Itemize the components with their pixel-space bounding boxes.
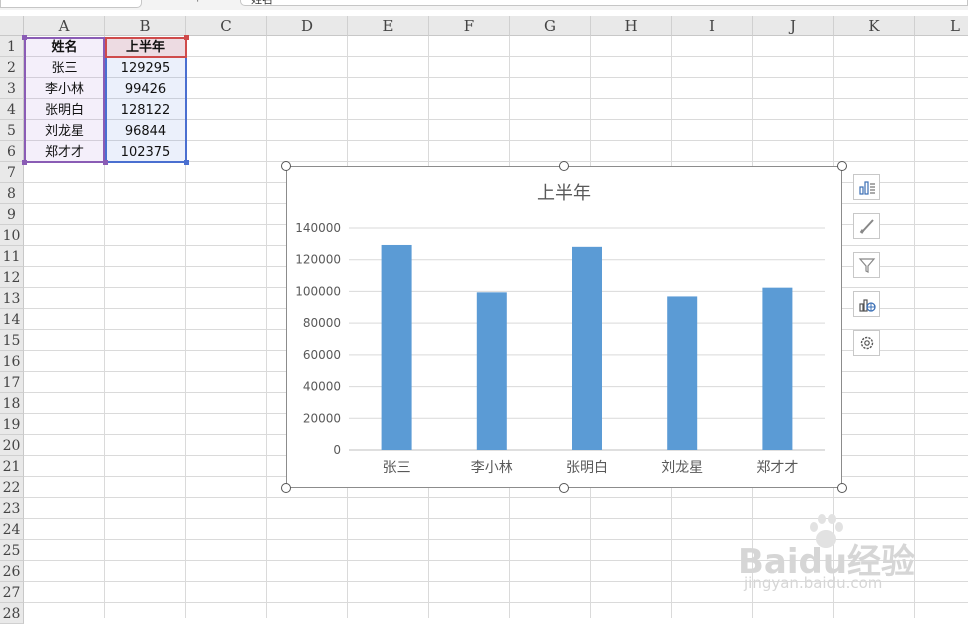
row-header-24[interactable]: 24 (0, 519, 24, 540)
y-tick-label: 120000 (295, 253, 341, 267)
column-header-h[interactable]: H (591, 16, 672, 36)
row-header-19[interactable]: 19 (0, 414, 24, 435)
resize-handle-top-right[interactable] (837, 161, 847, 171)
bar[interactable] (381, 244, 412, 450)
value-cell[interactable]: 102375 (105, 142, 186, 163)
row-header-21[interactable]: 21 (0, 456, 24, 477)
x-tick-label: 李小林 (471, 460, 513, 476)
bar[interactable] (572, 246, 602, 450)
chart-filters-icon (858, 258, 876, 273)
column-header-k[interactable]: K (834, 16, 915, 36)
formula-bar-divider: ⁝ (196, 0, 199, 5)
resize-handle-top[interactable] (559, 161, 569, 171)
y-tick-label: 20000 (303, 411, 341, 425)
column-header-a[interactable]: A (24, 16, 105, 36)
name-cell[interactable]: 李小林 (24, 79, 105, 100)
row-header-11[interactable]: 11 (0, 246, 24, 267)
row-header-15[interactable]: 15 (0, 330, 24, 351)
watermark-url: jingyan.baidu.com (744, 574, 883, 592)
name-box[interactable] (0, 0, 142, 8)
data-labels-icon (859, 299, 876, 312)
row-header-5[interactable]: 5 (0, 120, 24, 141)
row-header-26[interactable]: 26 (0, 561, 24, 582)
y-tick-label: 60000 (303, 348, 341, 362)
formula-input[interactable]: 姓名 (240, 0, 968, 6)
chart-filters-button[interactable] (853, 252, 880, 278)
value-cell[interactable]: 128122 (105, 100, 186, 121)
row-header-17[interactable]: 17 (0, 372, 24, 393)
resize-handle-bottom-right[interactable] (837, 483, 847, 493)
row-header-27[interactable]: 27 (0, 582, 24, 603)
name-cell[interactable]: 刘龙星 (24, 121, 105, 142)
column-header-g[interactable]: G (510, 16, 591, 36)
resize-handle-top-left[interactable] (281, 161, 291, 171)
y-tick-label: 40000 (303, 380, 341, 394)
header-cell[interactable]: 姓名 (24, 37, 105, 58)
column-header-d[interactable]: D (267, 16, 348, 36)
y-tick-label: 100000 (295, 284, 341, 298)
value-cell[interactable]: 129295 (105, 58, 186, 79)
row-header-7[interactable]: 7 (0, 162, 24, 183)
data-labels-button[interactable] (853, 291, 880, 317)
row-header-14[interactable]: 14 (0, 309, 24, 330)
value-cell[interactable]: 99426 (105, 79, 186, 100)
select-all-corner[interactable] (0, 16, 24, 36)
resize-handle-bottom-left[interactable] (281, 483, 291, 493)
column-header-e[interactable]: E (348, 16, 429, 36)
chart-frame[interactable]: 上半年 0 20000 40000 60000 80000 100000 120000 140… (286, 166, 842, 488)
row-header-2[interactable]: 2 (0, 57, 24, 78)
chart-settings-icon (860, 336, 874, 350)
row-header-18[interactable]: 18 (0, 393, 24, 414)
row-header-20[interactable]: 20 (0, 435, 24, 456)
x-tick-label: 张三 (383, 460, 411, 476)
column-header-c[interactable]: C (186, 16, 267, 36)
row-header-3[interactable]: 3 (0, 78, 24, 99)
chart-elements-button[interactable] (853, 174, 880, 200)
chart-styles-icon (859, 219, 874, 234)
header-cell[interactable]: 上半年 (105, 37, 186, 58)
bar-chart[interactable]: 0 20000 40000 60000 80000 100000 120000 140000 张… (287, 167, 841, 487)
y-tick-label: 140000 (295, 221, 341, 235)
row-header-25[interactable]: 25 (0, 540, 24, 561)
resize-handle-bottom[interactable] (559, 483, 569, 493)
row-header-6[interactable]: 6 (0, 141, 24, 162)
chart-styles-button[interactable] (853, 213, 880, 239)
x-tick-label: 刘龙星 (661, 460, 703, 476)
x-tick-label: 张明白 (566, 460, 608, 476)
row-header-23[interactable]: 23 (0, 498, 24, 519)
row-header-16[interactable]: 16 (0, 351, 24, 372)
column-header-l[interactable]: L (915, 16, 968, 36)
bar[interactable] (476, 292, 507, 450)
y-tick-label: 0 (333, 443, 341, 457)
column-header-b[interactable]: B (105, 16, 186, 36)
chart-elements-icon (859, 181, 875, 195)
bar[interactable] (762, 287, 793, 450)
row-header-13[interactable]: 13 (0, 288, 24, 309)
column-header-i[interactable]: I (672, 16, 753, 36)
bar[interactable] (667, 296, 698, 450)
row-header-4[interactable]: 4 (0, 99, 24, 120)
row-header-9[interactable]: 9 (0, 204, 24, 225)
name-cell[interactable]: 郑才才 (24, 142, 105, 163)
row-header-28[interactable]: 28 (0, 603, 24, 624)
chart-settings-button[interactable] (853, 330, 880, 356)
column-header-j[interactable]: J (753, 16, 834, 36)
value-cell[interactable]: 96844 (105, 121, 186, 142)
y-tick-label: 80000 (303, 316, 341, 330)
name-cell[interactable]: 张明白 (24, 100, 105, 121)
row-header-10[interactable]: 10 (0, 225, 24, 246)
row-header-12[interactable]: 12 (0, 267, 24, 288)
x-tick-label: 郑才才 (756, 460, 798, 476)
row-header-8[interactable]: 8 (0, 183, 24, 204)
row-header-22[interactable]: 22 (0, 477, 24, 498)
row-header-1[interactable]: 1 (0, 36, 24, 57)
name-cell[interactable]: 张三 (24, 58, 105, 79)
column-header-f[interactable]: F (429, 16, 510, 36)
